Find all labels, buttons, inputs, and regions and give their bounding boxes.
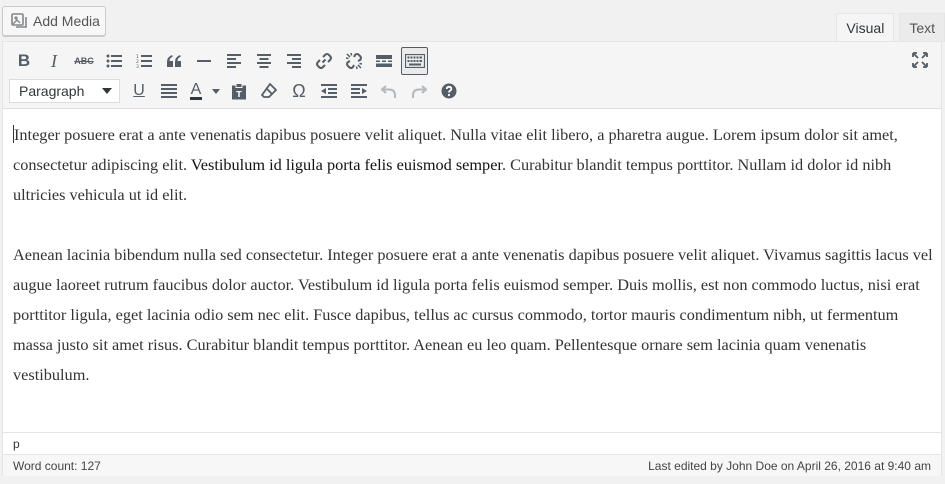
- editor-container: B I ABC 123 Paragraph U A T Ω Integer po…: [2, 41, 942, 476]
- svg-text:3: 3: [136, 64, 139, 68]
- align-center-icon: [257, 54, 271, 68]
- italic-icon: I: [51, 50, 57, 71]
- text-color-dropdown[interactable]: [208, 77, 224, 105]
- bulleted-list-button[interactable]: [99, 47, 129, 75]
- horizontal-line-icon: [197, 59, 211, 63]
- text-color-button[interactable]: A: [184, 77, 208, 105]
- element-path-label: p: [13, 437, 20, 451]
- outdent-icon: [321, 84, 337, 98]
- read-more-tag-button[interactable]: [369, 47, 399, 75]
- chevron-down-icon: [212, 88, 220, 94]
- unlink-icon: [345, 52, 363, 70]
- insert-link-button[interactable]: [309, 47, 339, 75]
- toolbar-row-1: B I ABC 123: [9, 46, 428, 76]
- add-media-icon: [11, 12, 33, 31]
- help-icon: [441, 83, 457, 99]
- add-media-button[interactable]: Add Media: [2, 6, 106, 36]
- editor-tabs: Visual Text: [831, 13, 945, 42]
- word-count: Word count: 127: [13, 458, 101, 473]
- tab-visual[interactable]: Visual: [836, 13, 895, 42]
- eraser-icon: [261, 83, 277, 99]
- increase-indent-button[interactable]: [344, 77, 374, 105]
- underline-icon: U: [133, 82, 145, 99]
- special-character-button[interactable]: Ω: [284, 77, 314, 105]
- read-more-icon: [376, 55, 392, 67]
- align-center-button[interactable]: [249, 47, 279, 75]
- align-right-button[interactable]: [279, 47, 309, 75]
- paragraph-1[interactable]: Integer posuere erat a ante venenatis da…: [13, 120, 933, 210]
- dropdown-arrow-icon: [102, 88, 112, 94]
- fullscreen-icon: [912, 52, 928, 68]
- strikethrough-button[interactable]: ABC: [69, 47, 99, 75]
- clear-formatting-button[interactable]: [254, 77, 284, 105]
- underline-button[interactable]: U: [124, 77, 154, 105]
- toolbar-row-2: Paragraph U A T Ω: [9, 76, 464, 106]
- last-edited: Last edited by John Doe on April 26, 201…: [648, 458, 931, 473]
- omega-icon: Ω: [292, 80, 306, 101]
- align-left-icon: [227, 54, 241, 68]
- italic-button[interactable]: I: [39, 47, 69, 75]
- link-icon: [315, 52, 333, 70]
- bulleted-list-icon: [106, 54, 122, 68]
- align-right-icon: [287, 54, 301, 68]
- keyboard-icon: [404, 54, 425, 68]
- paste-as-text-button[interactable]: T: [224, 77, 254, 105]
- element-path[interactable]: p: [3, 432, 941, 454]
- blockquote-button[interactable]: [159, 47, 189, 75]
- format-select-value: Paragraph: [19, 83, 85, 99]
- remove-link-button[interactable]: [339, 47, 369, 75]
- toolbar-toggle-button[interactable]: [401, 47, 428, 75]
- justify-button[interactable]: [154, 77, 184, 105]
- editor-header: Add Media Visual Text: [0, 0, 945, 42]
- undo-button[interactable]: [374, 77, 404, 105]
- editor-content-area[interactable]: Integer posuere erat a ante venenatis da…: [13, 120, 933, 420]
- clipboard-icon: T: [231, 82, 247, 100]
- numbered-list-icon: 123: [136, 54, 152, 68]
- format-select[interactable]: Paragraph: [9, 79, 120, 103]
- svg-text:T: T: [236, 90, 242, 99]
- blockquote-icon: [166, 55, 182, 67]
- paragraph-1-emphasis: Vestibulum id ligula porta felis euismod…: [190, 155, 502, 174]
- editor-toolbar: B I ABC 123 Paragraph U A T Ω: [3, 42, 941, 109]
- undo-icon: [381, 83, 397, 99]
- help-button[interactable]: [434, 77, 464, 105]
- fullscreen-button[interactable]: [905, 46, 935, 74]
- strikethrough-icon: ABC: [74, 56, 94, 66]
- status-bar: Word count: 127 Last edited by John Doe …: [3, 454, 941, 476]
- redo-button[interactable]: [404, 77, 434, 105]
- numbered-list-button[interactable]: 123: [129, 47, 159, 75]
- decrease-indent-button[interactable]: [314, 77, 344, 105]
- tab-text[interactable]: Text: [899, 13, 945, 42]
- redo-icon: [411, 83, 427, 99]
- text-color-icon: A: [189, 81, 203, 100]
- bold-icon: B: [17, 51, 31, 70]
- indent-icon: [351, 84, 367, 98]
- justify-icon: [161, 84, 177, 98]
- paragraph-2[interactable]: Aenean lacinia bibendum nulla sed consec…: [13, 240, 933, 390]
- add-media-label: Add Media: [33, 13, 100, 29]
- bold-button[interactable]: B: [9, 47, 39, 75]
- horizontal-line-button[interactable]: [189, 47, 219, 75]
- align-left-button[interactable]: [219, 47, 249, 75]
